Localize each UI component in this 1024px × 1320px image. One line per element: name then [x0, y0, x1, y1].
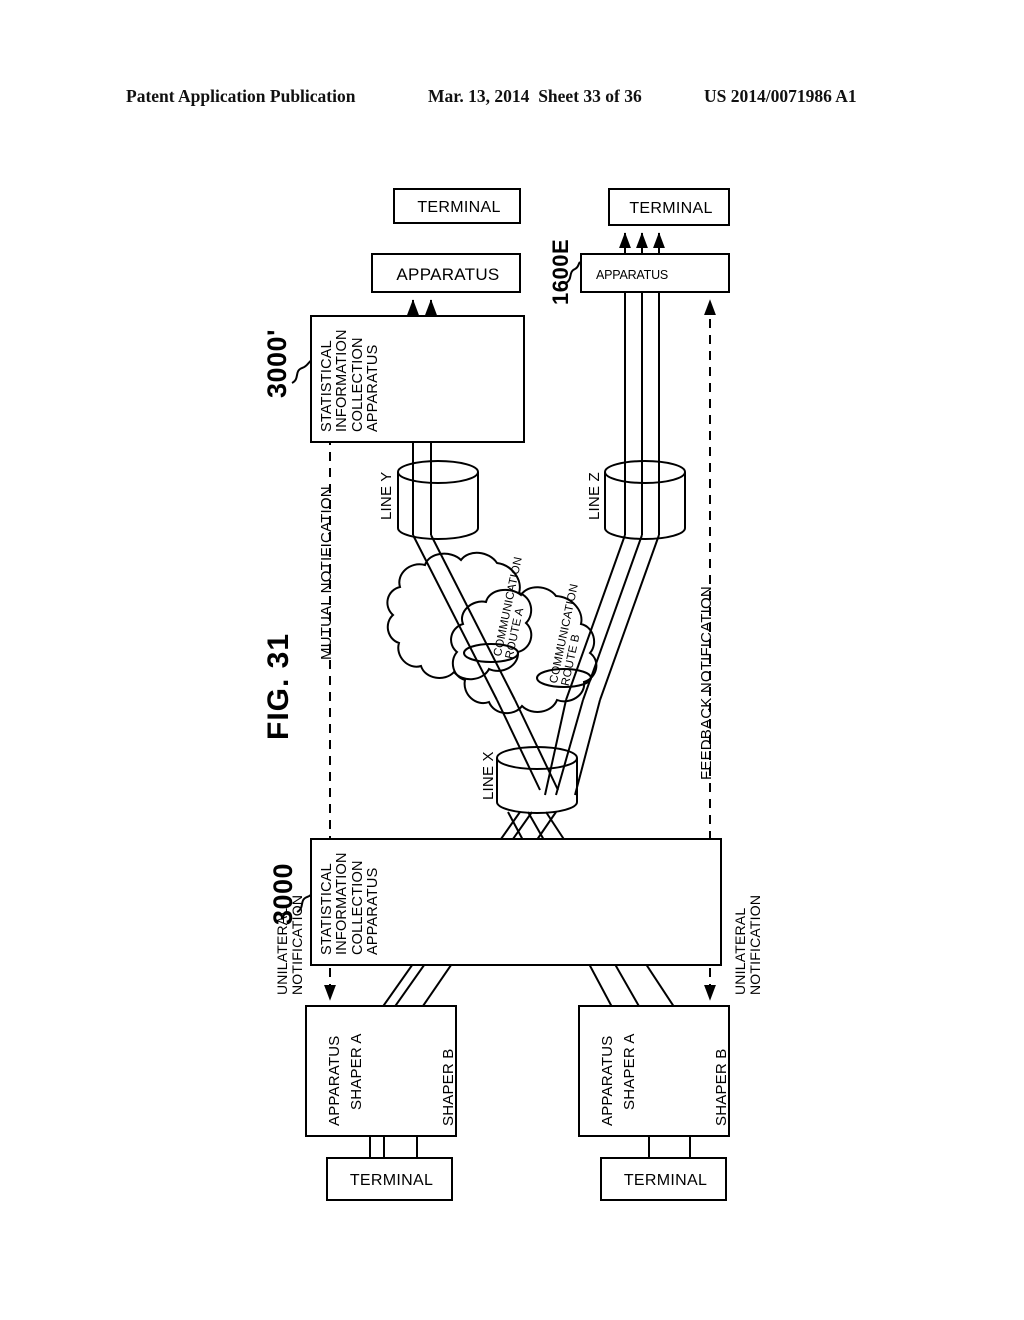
apparatus-bottom-right-label: APPARATUS: [599, 1035, 616, 1126]
unilateral-notification-right-label: UNILATERAL NOTIFICATION: [732, 894, 763, 995]
stat-upper-line2: INFORMATION: [334, 329, 351, 432]
stat-upper-line3: COLLECTION: [349, 337, 366, 432]
statistical-collection-apparatus-lower-label: STATISTICAL INFORMATION COLLECTION APPAR…: [319, 852, 382, 955]
terminal-bottom-left[interactable]: TERMINAL: [326, 1157, 453, 1201]
feedback-notification-label: FEEDBACK NOTIFICATION: [698, 586, 715, 780]
statistical-collection-apparatus-upper-label: STATISTICAL INFORMATION COLLECTION APPAR…: [319, 329, 382, 432]
apparatus-top-right[interactable]: APPARATUS: [580, 253, 730, 293]
unilateral-left-line2: NOTIFICATION: [288, 894, 305, 995]
line-y-cylinder: [397, 460, 479, 540]
apparatus-top-left[interactable]: APPARATUS: [371, 253, 521, 293]
mutual-notification-label: MUTUAL NOTIFICATION: [318, 486, 335, 660]
stat-upper-line4: APPARATUS: [365, 344, 382, 432]
unilateral-right-line1: UNILATERAL: [732, 907, 748, 995]
line-z-label: LINE Z: [586, 472, 603, 520]
unilateral-notification-left-label: UNILATERAL NOTIFICATION: [274, 894, 305, 995]
terminal-top-right-label: TERMINAL: [629, 200, 713, 217]
unilateral-right-line2: NOTIFICATION: [746, 894, 763, 995]
apparatus-top-left-label: APPARATUS: [396, 265, 500, 284]
stat-lower-line3: COLLECTION: [349, 860, 366, 955]
unilateral-left-line1: UNILATERAL: [274, 907, 290, 995]
shaper-a-right-label: SHAPER A: [621, 1033, 638, 1110]
ref-3000-prime: 3000': [262, 329, 292, 398]
shaper-b-left-label: SHAPER B: [440, 1048, 457, 1126]
line-x-label: LINE X: [480, 751, 497, 800]
line-x-cylinder: [496, 746, 578, 814]
terminal-bottom-right[interactable]: TERMINAL: [600, 1157, 727, 1201]
terminal-top-right[interactable]: TERMINAL: [608, 188, 730, 226]
shaper-a-left-label: SHAPER A: [348, 1033, 365, 1110]
leader-3000-prime: [291, 359, 313, 384]
terminal-bottom-right-label: TERMINAL: [623, 1172, 708, 1189]
stat-lower-line1: STATISTICAL: [319, 863, 335, 955]
shaper-b-right-label: SHAPER B: [713, 1048, 730, 1126]
stat-lower-line2: INFORMATION: [334, 852, 351, 955]
stat-upper-line1: STATISTICAL: [319, 340, 335, 432]
line-z-cylinder: [604, 460, 686, 540]
line-y-label: LINE Y: [378, 471, 395, 520]
ref-1600E: 1600E: [548, 238, 573, 305]
terminal-top-left-label: TERMINAL: [417, 199, 501, 216]
apparatus-top-right-label: APPARATUS: [595, 268, 669, 282]
stat-lower-line4: APPARATUS: [365, 867, 382, 955]
apparatus-bottom-left-label: APPARATUS: [326, 1035, 343, 1126]
terminal-bottom-left-label: TERMINAL: [349, 1172, 434, 1189]
terminal-top-left[interactable]: TERMINAL: [393, 188, 521, 224]
